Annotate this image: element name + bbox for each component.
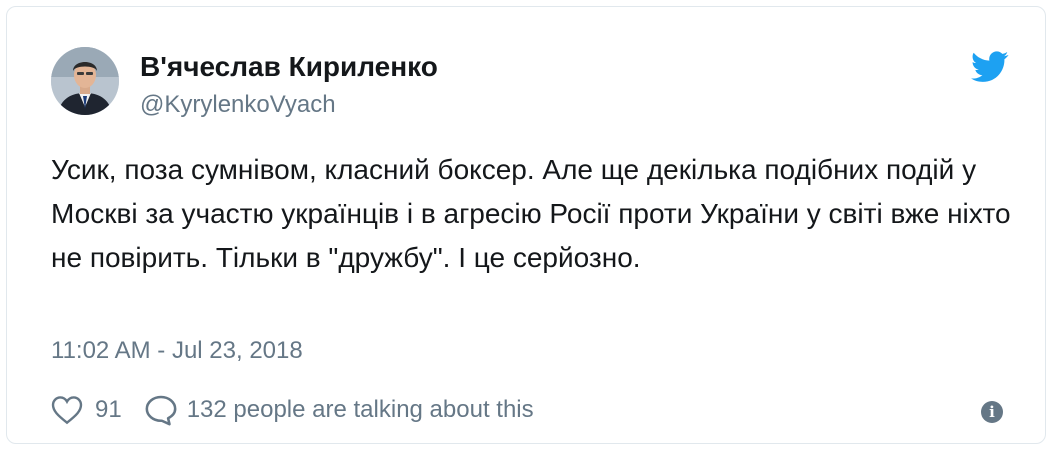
author-avatar[interactable] <box>51 47 119 115</box>
heart-icon <box>51 396 83 425</box>
author-name[interactable]: В'ячеслав Кириленко <box>140 51 438 83</box>
like-action[interactable]: 91 <box>51 395 122 425</box>
like-count: 91 <box>95 396 122 423</box>
twitter-bird-icon[interactable] <box>971 51 1009 83</box>
tweet-text: Усик, поза сумнівом, класний боксер. Але… <box>51 154 1011 273</box>
info-icon[interactable]: i <box>981 401 1003 423</box>
tweet-timestamp[interactable]: 11:02 AM - Jul 23, 2018 <box>51 337 303 365</box>
info-glyph: i <box>989 403 995 421</box>
conversation-action[interactable]: 132 people are talking about this <box>144 394 534 426</box>
tweet-card: В'ячеслав Кириленко @KyrylenkoVyach Усик… <box>6 6 1046 444</box>
conversation-label: 132 people are talking about this <box>186 396 534 423</box>
tweet-actions: 91 132 people are talking about this <box>51 393 534 427</box>
speech-bubble-icon <box>145 395 177 426</box>
author-handle[interactable]: @KyrylenkoVyach <box>140 91 336 119</box>
twitter-bird-icon-svg <box>971 51 1009 82</box>
avatar-photo <box>51 47 119 115</box>
